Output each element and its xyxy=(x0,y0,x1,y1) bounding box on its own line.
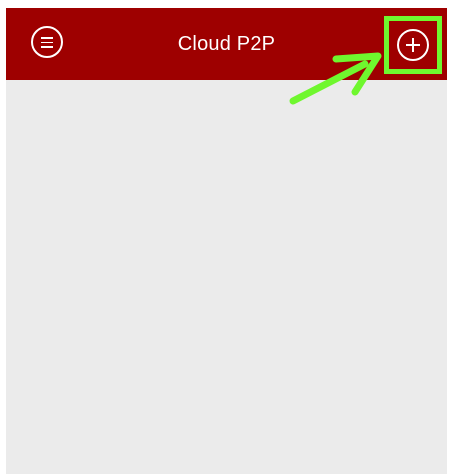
header-bar: Cloud P2P xyxy=(6,8,447,80)
page-title: Cloud P2P xyxy=(177,33,276,55)
highlight-box xyxy=(384,16,442,74)
app-screen: Cloud P2P xyxy=(6,8,447,474)
content-area xyxy=(6,80,447,474)
menu-icon xyxy=(41,37,53,48)
menu-button[interactable] xyxy=(31,26,63,58)
